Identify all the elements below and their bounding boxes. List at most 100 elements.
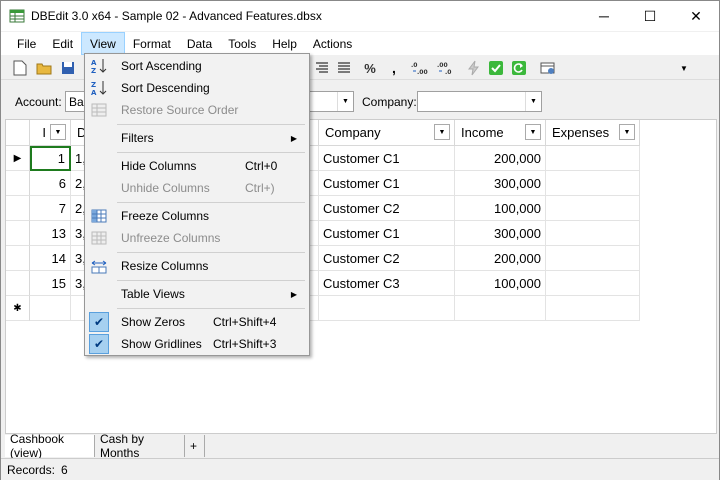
current-row-indicator-icon[interactable]: ▶ [6, 146, 30, 171]
menu-edit[interactable]: Edit [44, 32, 81, 55]
row-header[interactable] [6, 246, 30, 271]
table-cell-expenses[interactable] [546, 246, 640, 271]
table-cell-income[interactable]: 300,000 [455, 171, 546, 196]
increase-decimal-icon[interactable]: .0.00 [411, 59, 429, 77]
menu-help[interactable]: Help [264, 32, 305, 55]
table-cell-income[interactable]: 200,000 [455, 146, 546, 171]
menu-filters-label: Filters [121, 131, 154, 145]
table-cell-company[interactable]: Customer C1 [319, 171, 455, 196]
col-filter-id-icon[interactable]: ▼ [50, 124, 66, 140]
table-cell-income[interactable]: 300,000 [455, 221, 546, 246]
minimize-button[interactable]: ─ [581, 1, 627, 31]
new-row-cell[interactable] [319, 296, 455, 321]
table-cell-id[interactable]: 14 [30, 246, 71, 271]
table-cell-company[interactable]: Customer C1 [319, 221, 455, 246]
table-cell-id[interactable]: 13 [30, 221, 71, 246]
close-button[interactable]: ✕ [673, 1, 719, 31]
table-cell-expenses[interactable] [546, 146, 640, 171]
tab-cashbook-view[interactable]: Cashbook (view) [5, 432, 95, 460]
show-gridlines-check-icon: ✔ [89, 334, 109, 354]
menu-format[interactable]: Format [125, 32, 179, 55]
title-bar: DBEdit 3.0 x64 - Sample 02 - Advanced Fe… [1, 1, 719, 31]
settings-table-icon[interactable] [539, 59, 557, 77]
table-cell-income[interactable]: 100,000 [455, 271, 546, 296]
menu-show-zeros[interactable]: ✔ Show Zeros Ctrl+Shift+4 [87, 311, 307, 333]
row-header[interactable] [6, 196, 30, 221]
check-green-icon[interactable] [487, 59, 505, 77]
sort-ascending-icon: A Z [91, 59, 107, 74]
table-cell-id[interactable]: 7 [30, 196, 71, 221]
col-header-expenses[interactable]: Expenses ▼ [546, 120, 640, 146]
records-count: 6 [61, 462, 68, 477]
menu-sort-descending[interactable]: Z A Sort Descending [87, 77, 307, 99]
table-cell-id[interactable]: 15 [30, 271, 71, 296]
menu-data[interactable]: Data [179, 32, 220, 55]
menu-filters[interactable]: Filters ▶ [87, 127, 307, 149]
tab-cash-by-months[interactable]: Cash by Months [95, 432, 185, 460]
menu-freeze-columns[interactable]: Freeze Columns [87, 205, 307, 227]
menu-table-views[interactable]: Table Views ▶ [87, 283, 307, 305]
table-cell-company[interactable]: Customer C2 [319, 196, 455, 221]
menu-show-gridlines[interactable]: ✔ Show Gridlines Ctrl+Shift+3 [87, 333, 307, 355]
row-header[interactable] [6, 271, 30, 296]
toolbar-overflow-icon[interactable]: ▼ [675, 59, 693, 77]
menu-hide-columns-shortcut: Ctrl+0 [245, 159, 278, 173]
table-cell-id[interactable]: 6 [30, 171, 71, 196]
menu-show-gridlines-label: Show Gridlines [121, 337, 202, 351]
table-cell-id[interactable]: 1 [30, 146, 71, 171]
percent-format-icon[interactable]: % [361, 59, 379, 77]
table-cell-expenses[interactable] [546, 221, 640, 246]
row-header[interactable] [6, 221, 30, 246]
menu-hide-columns[interactable]: Hide Columns Ctrl+0 [87, 155, 307, 177]
new-row-indicator-icon[interactable]: ✱ [6, 296, 30, 321]
svg-text:.00: .00 [417, 69, 428, 75]
menu-restore-order[interactable]: Restore Source Order [87, 99, 307, 121]
restore-order-icon [91, 103, 107, 117]
new-row-cell[interactable] [455, 296, 546, 321]
menu-resize-columns[interactable]: Resize Columns [87, 255, 307, 277]
maximize-button[interactable]: ☐ [627, 1, 673, 31]
menu-unhide-columns-shortcut: Ctrl+) [245, 181, 275, 195]
menu-tools[interactable]: Tools [220, 32, 264, 55]
col-filter-company-icon[interactable]: ▼ [434, 124, 450, 140]
save-icon[interactable] [59, 59, 77, 77]
menu-unhide-columns[interactable]: Unhide Columns Ctrl+) [87, 177, 307, 199]
table-cell-expenses[interactable] [546, 271, 640, 296]
svg-text:.0: .0 [445, 69, 451, 75]
col-header-income[interactable]: Income ▼ [455, 120, 546, 146]
col-filter-income-icon[interactable]: ▼ [525, 124, 541, 140]
table-cell-company[interactable]: Customer C2 [319, 246, 455, 271]
company-combo[interactable]: ▼ [417, 91, 542, 112]
row-header[interactable] [6, 171, 30, 196]
table-cell-expenses[interactable] [546, 196, 640, 221]
justify-icon[interactable] [335, 59, 353, 77]
submenu-arrow-icon: ▶ [290, 133, 297, 143]
menu-sort-ascending[interactable]: A Z Sort Ascending [87, 55, 307, 77]
menu-unfreeze-columns[interactable]: Unfreeze Columns [87, 227, 307, 249]
account-dropdown-icon[interactable]: ▼ [337, 92, 353, 111]
company-dropdown-icon[interactable]: ▼ [525, 92, 541, 111]
account-value: Bar [69, 95, 84, 109]
account-combo[interactable]: Bar [65, 91, 85, 112]
open-folder-icon[interactable] [35, 59, 53, 77]
table-cell-company[interactable]: Customer C1 [319, 146, 455, 171]
lightning-icon[interactable] [465, 59, 483, 77]
table-cell-expenses[interactable] [546, 171, 640, 196]
col-header-id[interactable]: I ▼ [30, 120, 71, 146]
decrease-decimal-icon[interactable]: .00.0 [437, 59, 455, 77]
new-file-icon[interactable] [11, 59, 29, 77]
col-filter-expenses-icon[interactable]: ▼ [619, 124, 635, 140]
table-cell-income[interactable]: 100,000 [455, 196, 546, 221]
menu-actions[interactable]: Actions [305, 32, 360, 55]
new-row-cell[interactable] [546, 296, 640, 321]
table-cell-income[interactable]: 200,000 [455, 246, 546, 271]
menu-view[interactable]: View [81, 32, 125, 55]
add-tab-button[interactable]: + [185, 435, 205, 457]
table-cell-company[interactable]: Customer C3 [319, 271, 455, 296]
menu-file[interactable]: File [9, 32, 44, 55]
align-right-icon[interactable] [313, 59, 331, 77]
refresh-icon[interactable] [510, 59, 528, 77]
new-row-cell[interactable] [30, 296, 71, 321]
col-header-company[interactable]: Company ▼ [319, 120, 455, 146]
comma-format-icon[interactable]: , [385, 59, 403, 77]
